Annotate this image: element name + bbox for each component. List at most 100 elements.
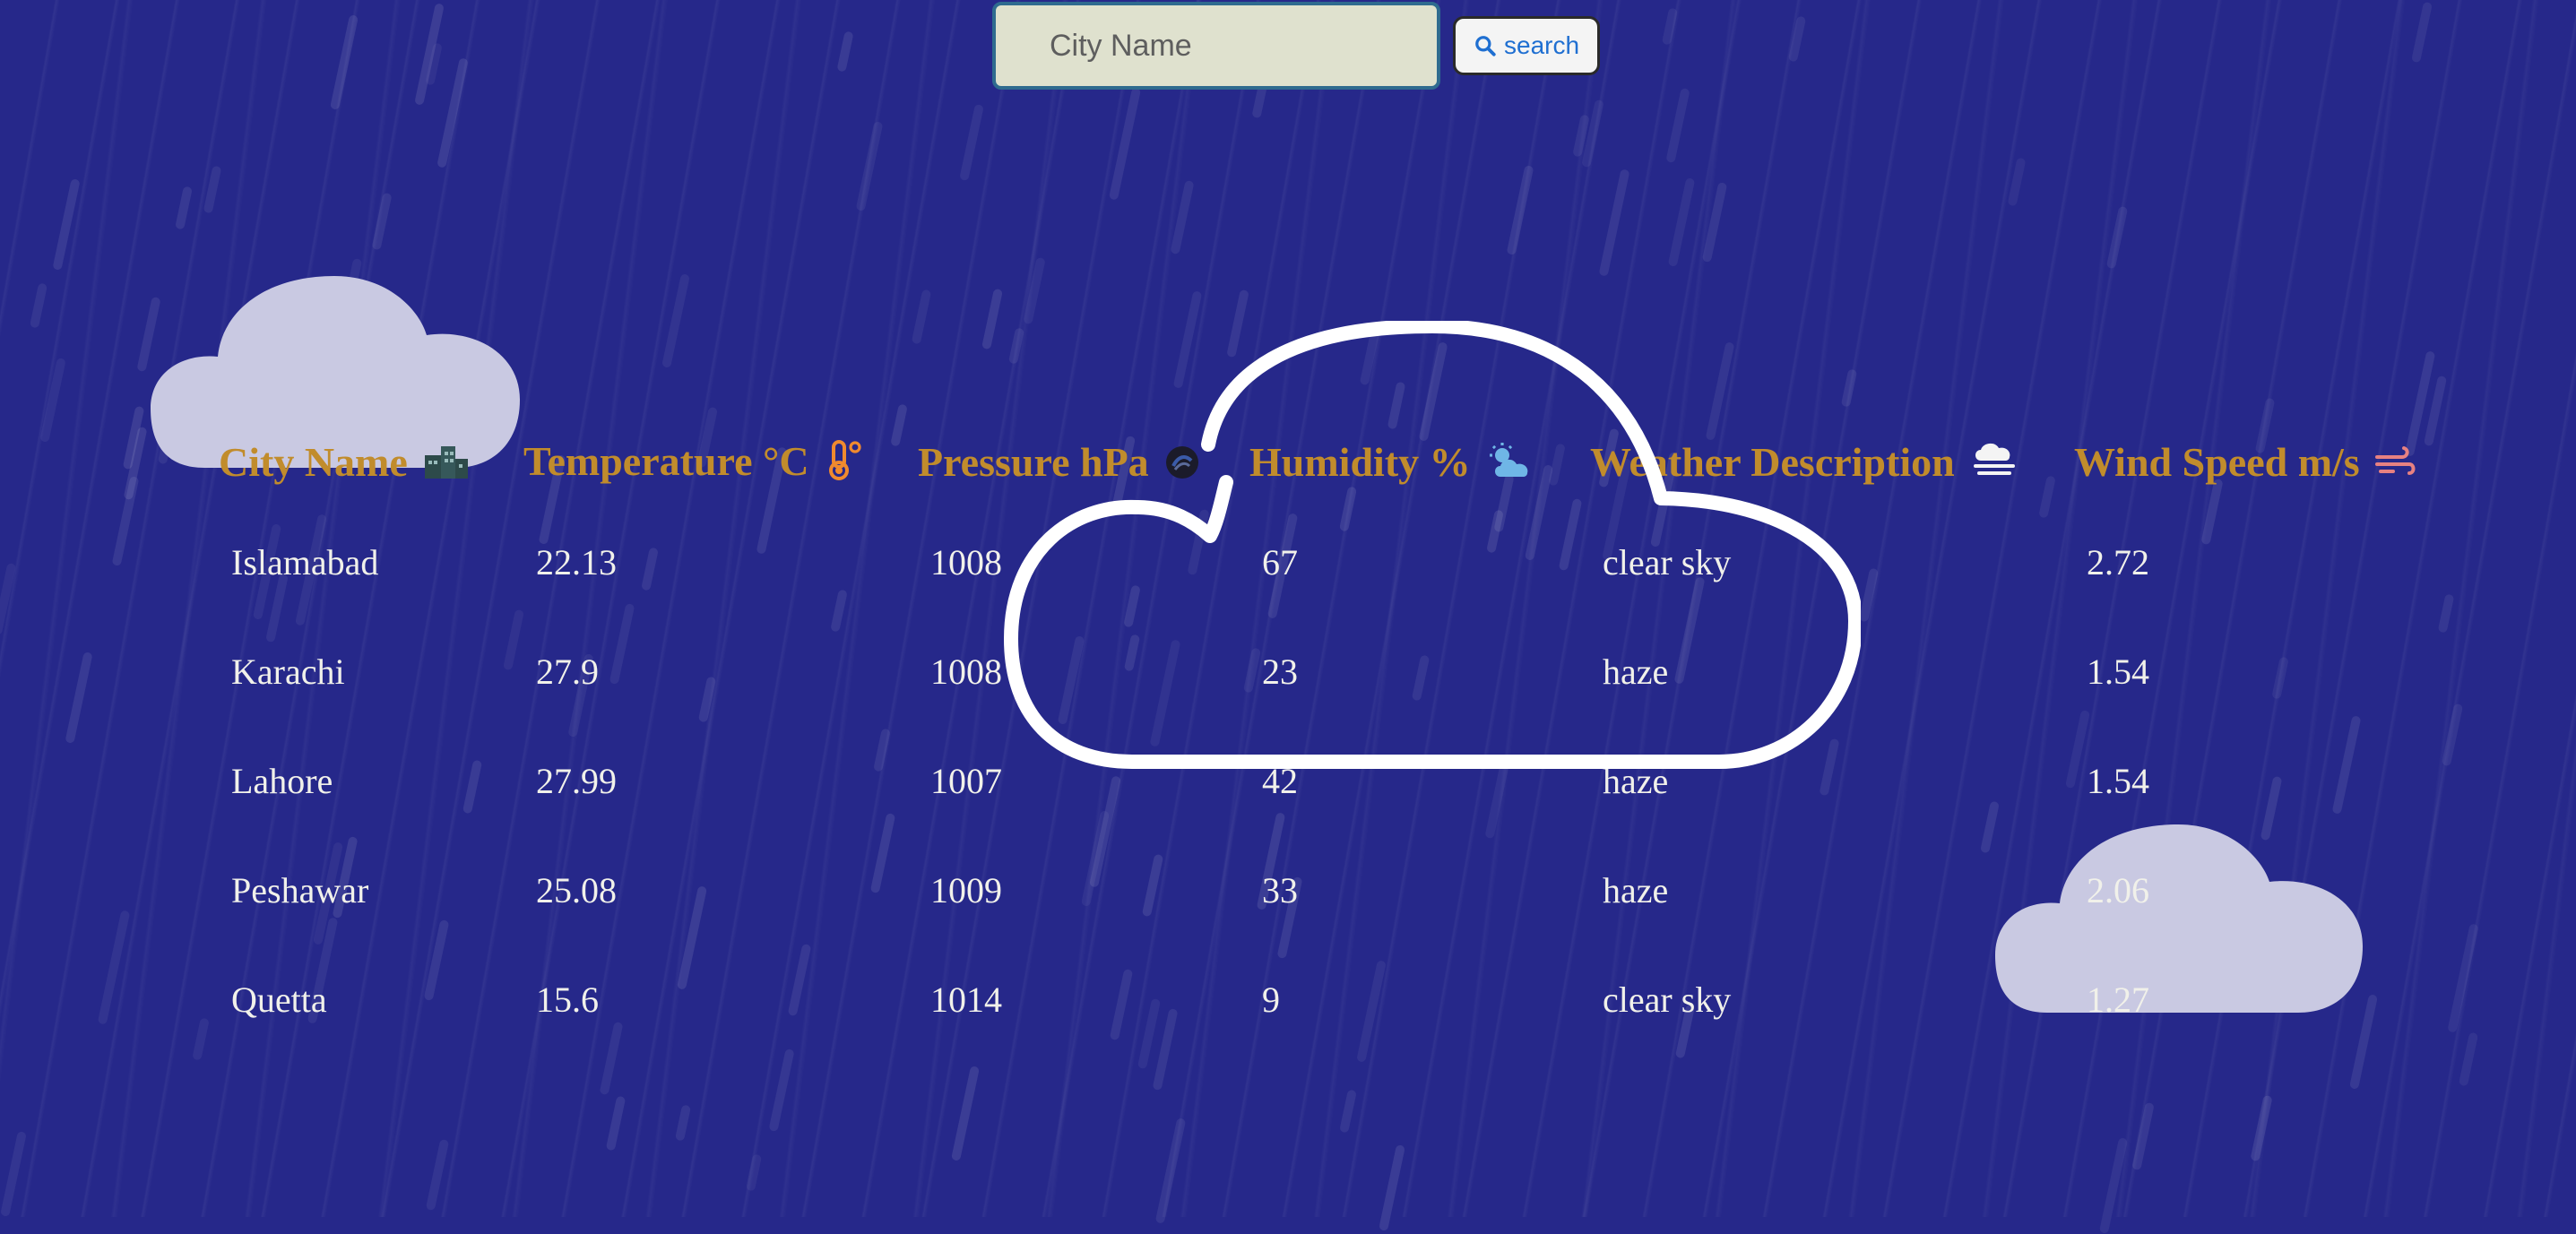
cell-wind-speed: 1.27 <box>2087 979 2149 1020</box>
cell-temperature: 15.6 <box>536 979 599 1020</box>
cell-temperature: 27.9 <box>536 651 599 692</box>
rain-streak <box>2441 703 2464 767</box>
cell-pressure: 1007 <box>930 760 1002 801</box>
rain-streak <box>661 273 690 368</box>
cell-wind-speed: 1.54 <box>2087 760 2149 801</box>
rain-streak <box>1170 179 1195 255</box>
cell-temperature: 25.08 <box>536 869 617 910</box>
rain-streak <box>1665 87 1690 164</box>
cell-wind-speed: 2.72 <box>2087 541 2149 582</box>
header-humidity: Humidity % <box>1239 421 1579 507</box>
rain-streak <box>1108 87 1142 201</box>
rain-streak <box>1661 7 1679 46</box>
cell-wind-speed: 2.06 <box>2087 869 2149 910</box>
rain-streak <box>1359 321 1382 386</box>
cell-weather-description: haze <box>1603 760 1669 801</box>
cell-city: Peshawar <box>231 869 369 910</box>
cell-temperature: 27.99 <box>536 760 617 801</box>
cell-humidity: 42 <box>1262 760 1298 801</box>
cell-wind-speed: 1.54 <box>2087 651 2149 692</box>
cell-pressure: 1008 <box>930 541 1002 582</box>
rain-streak <box>1701 181 1728 263</box>
sun-cloud-icon <box>1486 441 1534 490</box>
wind-icon <box>2375 443 2416 490</box>
rain-streak <box>2098 1137 2129 1234</box>
rain-streak <box>0 562 17 636</box>
rain-streak <box>329 14 359 110</box>
rain-streak <box>1172 290 1203 389</box>
rain-streak <box>745 1153 763 1192</box>
search-button[interactable]: search <box>1453 16 1601 75</box>
rain-streak <box>2105 205 2129 270</box>
rain-streak <box>959 103 984 182</box>
header-temperature: Temperature °C <box>513 421 907 507</box>
rain-streak <box>1007 327 1025 365</box>
table-row: Peshawar 25.08 1009 33 haze 2.06 <box>208 835 2442 945</box>
rain-streak <box>97 910 131 1025</box>
rain-streak <box>768 1048 795 1133</box>
rain-streak <box>2411 1 2433 64</box>
rain-streak <box>425 1138 450 1212</box>
cell-pressure: 1009 <box>930 869 1002 910</box>
cell-weather-description: clear sky <box>1603 979 1732 1020</box>
rain-streak <box>1598 168 1630 277</box>
rain-streak <box>203 165 222 214</box>
rain-streak <box>605 1095 627 1152</box>
search-input[interactable] <box>992 2 1440 90</box>
rain-streak <box>1154 1118 1187 1224</box>
cell-city: Islamabad <box>231 541 379 582</box>
header-weather-description: Weather Description <box>1579 421 2063 507</box>
rain-streak <box>29 282 48 329</box>
rain-streak <box>2007 157 2027 207</box>
rain-streak <box>2250 1094 2273 1162</box>
cell-pressure: 1014 <box>930 979 1002 1020</box>
table-row: Karachi 27.9 1008 23 haze 1.54 <box>208 617 2442 726</box>
cell-humidity: 9 <box>1262 979 1280 1020</box>
rain-streak <box>371 192 393 251</box>
header-pressure: Pressure hPa <box>907 421 1239 507</box>
rain-streak <box>674 1104 692 1142</box>
cell-humidity: 67 <box>1262 541 1298 582</box>
rain-streak <box>2458 1031 2479 1087</box>
rain-streak <box>1667 177 1696 267</box>
thermometer-icon <box>825 439 864 491</box>
rain-streak <box>981 288 1003 350</box>
cell-city: Karachi <box>231 651 345 692</box>
rain-streak <box>836 30 854 73</box>
table-row: Lahore 27.99 1007 42 haze 1.54 <box>208 726 2442 835</box>
rain-streak <box>1023 256 1046 325</box>
cell-pressure: 1008 <box>930 651 1002 692</box>
table-row: Islamabad 22.13 1008 67 clear sky 2.72 <box>208 507 2442 617</box>
rain-streak <box>192 1017 210 1061</box>
cell-city: Lahore <box>231 760 333 801</box>
rain-streak <box>52 178 81 271</box>
table-row: Quetta 15.6 1014 9 clear sky 1.27 <box>208 945 2442 1054</box>
rain-streak <box>950 1066 981 1161</box>
rain-streak <box>855 121 884 211</box>
pressure-icon <box>1164 443 1200 490</box>
rain-streak <box>1506 165 1534 255</box>
search-icon <box>1475 36 1496 56</box>
rain-streak <box>1840 368 1858 408</box>
rain-streak <box>175 186 193 230</box>
cell-humidity: 23 <box>1262 651 1298 692</box>
header-wind-speed: Wind Speed m/s <box>2063 421 2442 507</box>
cell-city: Quetta <box>231 979 327 1020</box>
city-icon <box>423 443 470 490</box>
rain-streak <box>437 57 469 168</box>
rain-streak <box>39 357 66 444</box>
search-button-label: search <box>1504 31 1580 59</box>
rain-streak <box>1379 1144 1405 1231</box>
cell-temperature: 22.13 <box>536 541 617 582</box>
cell-weather-description: haze <box>1603 869 1669 910</box>
weather-table: City Name Temperature °C Pressure hPa Hu… <box>208 421 2442 1054</box>
rain-streak <box>2447 923 2479 1033</box>
cell-weather-description: haze <box>1603 651 1669 692</box>
rain-streak <box>2131 1101 2155 1171</box>
rain-streak <box>0 1131 27 1217</box>
table-header-row: City Name Temperature °C Pressure hPa Hu… <box>208 421 2442 507</box>
search-bar: search <box>992 2 1601 90</box>
header-city: City Name <box>208 421 513 507</box>
rain-streak <box>1226 289 1249 358</box>
rain-streak <box>1787 15 1807 63</box>
